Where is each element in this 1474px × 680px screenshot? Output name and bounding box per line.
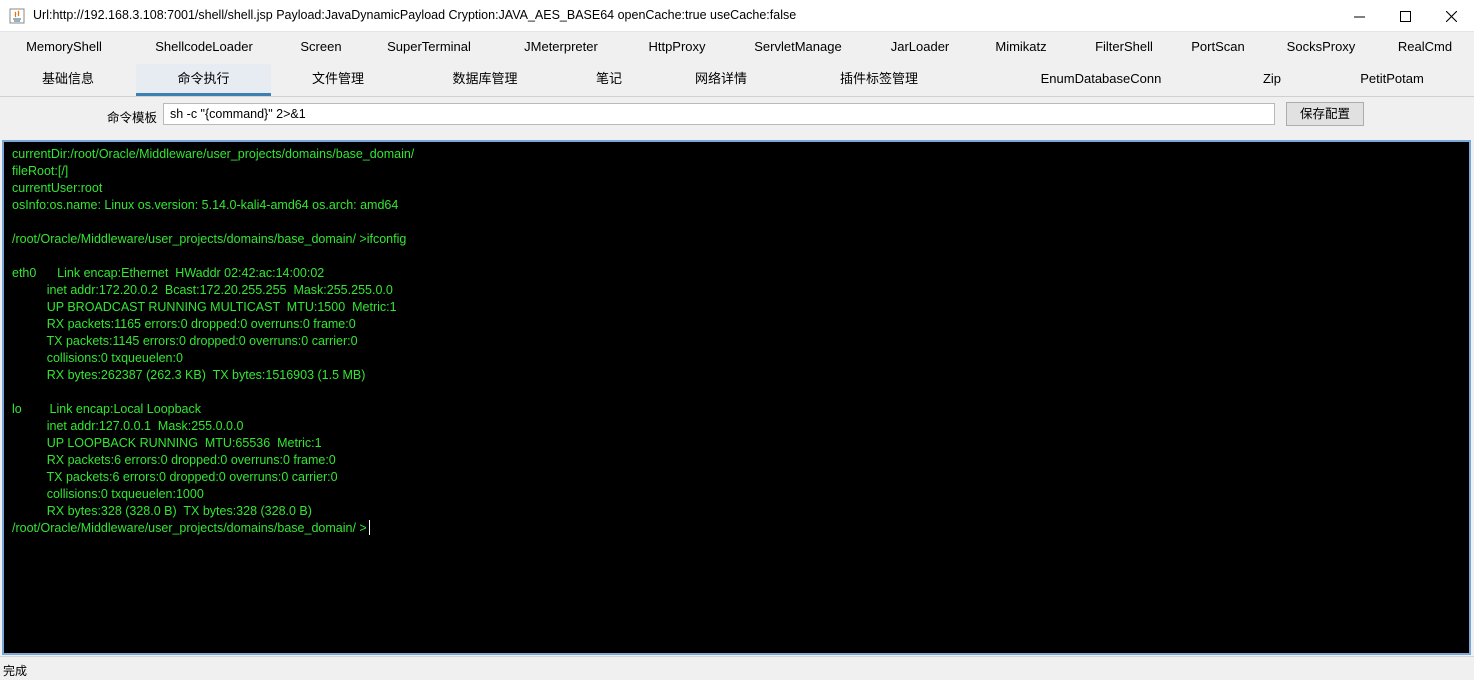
status-bar: 完成	[0, 656, 1474, 680]
tab-memoryshell[interactable]: MemoryShell	[12, 32, 116, 64]
minimize-button[interactable]	[1336, 0, 1382, 32]
tab-filtershell[interactable]: FilterShell	[1081, 32, 1167, 64]
close-icon	[1445, 10, 1457, 22]
tab-shellcodeloader[interactable]: ShellcodeLoader	[144, 32, 264, 64]
command-template-label: 命令模板	[107, 111, 158, 125]
plugin-tab-bar: MemoryShell ShellcodeLoader Screen Super…	[0, 32, 1474, 64]
java-app-icon[interactable]	[9, 8, 25, 24]
command-template-toolbar: 命令模板 保存配置	[0, 96, 1474, 132]
tab-plugin-tag-manager[interactable]: 插件标签管理	[828, 64, 930, 96]
tab-screen[interactable]: Screen	[289, 32, 353, 64]
tab-socksproxy[interactable]: SocksProxy	[1276, 32, 1366, 64]
tab-superterminal[interactable]: SuperTerminal	[374, 32, 484, 64]
minimize-icon	[1353, 11, 1365, 22]
tab-notes[interactable]: 笔记	[584, 64, 634, 96]
tab-jmeterpreter[interactable]: JMeterpreter	[510, 32, 612, 64]
tab-httpproxy[interactable]: HttpProxy	[637, 32, 717, 64]
command-console[interactable]: currentDir:/root/Oracle/Middleware/user_…	[2, 140, 1471, 655]
main-tab-bar: 基础信息 命令执行 文件管理 数据库管理 笔记 网络详情 插件标签管理 Enum…	[0, 64, 1474, 96]
tab-portscan[interactable]: PortScan	[1180, 32, 1256, 64]
tab-realcmd[interactable]: RealCmd	[1388, 32, 1462, 64]
window-title: Url:http://192.168.3.108:7001/shell/shel…	[33, 8, 797, 22]
title-bar: Url:http://192.168.3.108:7001/shell/shel…	[0, 0, 1474, 32]
tab-command-exec[interactable]: 命令执行	[136, 64, 271, 96]
splitter-handle[interactable]	[0, 131, 1474, 145]
command-template-input[interactable]	[163, 103, 1275, 125]
tab-petitpotam[interactable]: PetitPotam	[1348, 64, 1436, 96]
tab-file-manager[interactable]: 文件管理	[300, 64, 376, 96]
tab-mimikatz[interactable]: Mimikatz	[983, 32, 1059, 64]
save-config-button[interactable]: 保存配置	[1286, 102, 1364, 126]
close-button[interactable]	[1428, 0, 1474, 32]
tab-jarloader[interactable]: JarLoader	[879, 32, 961, 64]
maximize-icon	[1399, 10, 1411, 22]
maximize-button[interactable]	[1382, 0, 1428, 32]
status-text: 完成	[3, 664, 28, 678]
console-output[interactable]: currentDir:/root/Oracle/Middleware/user_…	[4, 142, 1469, 537]
tab-zip[interactable]: Zip	[1249, 64, 1295, 96]
text-cursor	[368, 520, 370, 535]
tab-database-manager[interactable]: 数据库管理	[440, 64, 530, 96]
tab-basic-info[interactable]: 基础信息	[30, 64, 106, 96]
tab-servletmanage[interactable]: ServletManage	[742, 32, 854, 64]
console-text: currentDir:/root/Oracle/Middleware/user_…	[12, 147, 415, 535]
tab-network-details[interactable]: 网络详情	[683, 64, 759, 96]
tab-enumdatabaseconn[interactable]: EnumDatabaseConn	[1032, 64, 1170, 96]
